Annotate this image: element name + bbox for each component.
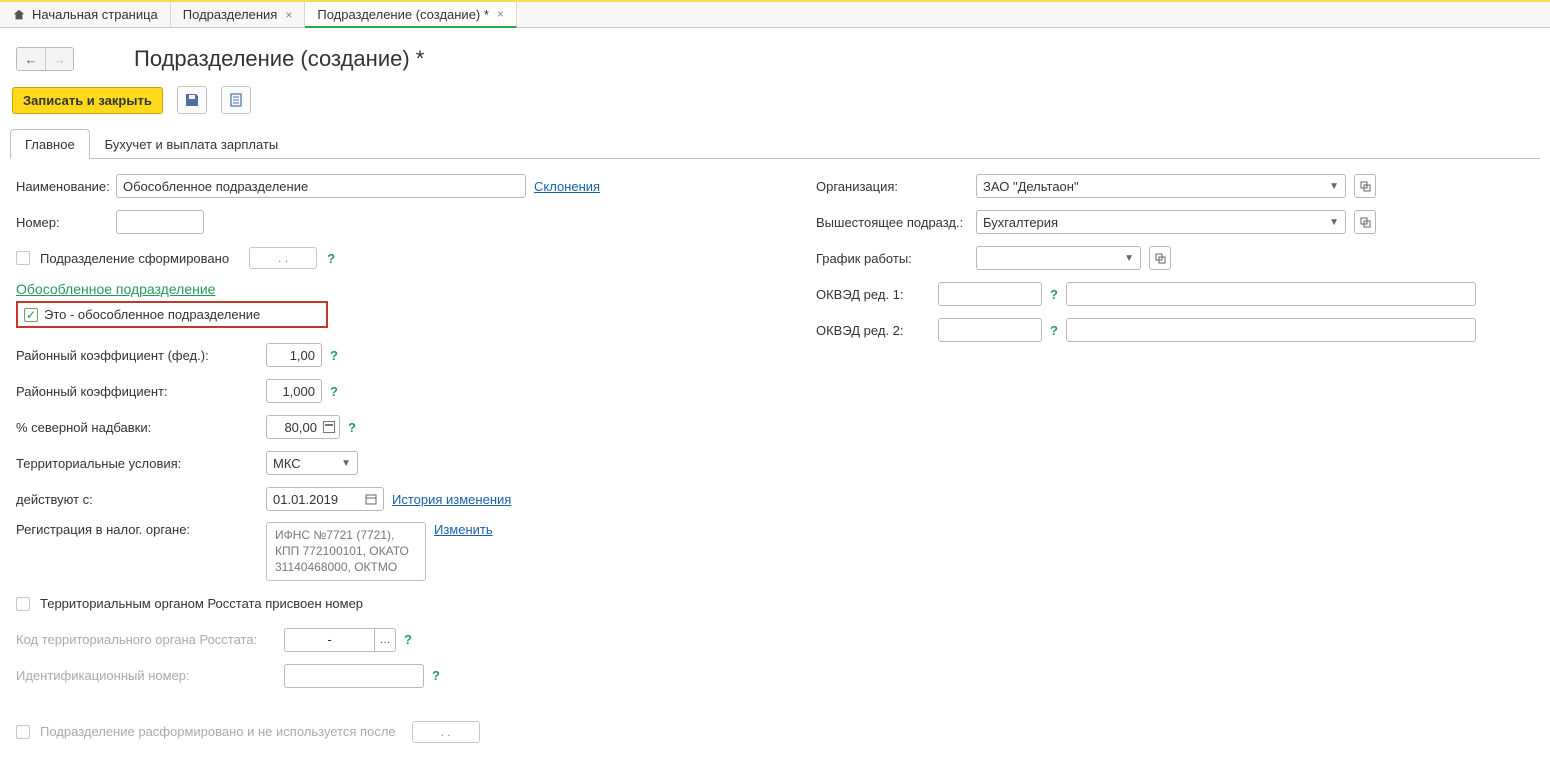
home-icon bbox=[12, 8, 26, 22]
okved1-label: ОКВЭД ред. 1: bbox=[816, 287, 938, 302]
tab-home[interactable]: Начальная страница bbox=[0, 2, 171, 27]
okved2-name-input[interactable] bbox=[1066, 318, 1476, 342]
list-icon bbox=[228, 92, 244, 108]
help-icon[interactable]: ? bbox=[1050, 323, 1058, 338]
nav-buttons: ← → bbox=[16, 47, 74, 71]
sched-select[interactable]: ▼ bbox=[976, 246, 1141, 270]
okved2-label: ОКВЭД ред. 2: bbox=[816, 323, 938, 338]
close-icon[interactable]: × bbox=[497, 7, 504, 21]
parent-label: Вышестоящее подразд.: bbox=[816, 215, 976, 230]
coef-input[interactable] bbox=[266, 379, 322, 403]
ident-input[interactable] bbox=[284, 664, 424, 688]
separate-highlight-box: Это - обособленное подразделение bbox=[16, 301, 328, 328]
org-select[interactable]: ЗАО "Дельтаон" ▼ bbox=[976, 174, 1346, 198]
number-label: Номер: bbox=[16, 215, 116, 230]
sched-label: График работы: bbox=[816, 251, 976, 266]
formed-date-input[interactable]: . . bbox=[249, 247, 317, 269]
list-button[interactable] bbox=[221, 86, 251, 114]
help-icon[interactable]: ? bbox=[404, 632, 412, 647]
disband-label: Подразделение расформировано и не исполь… bbox=[40, 724, 396, 739]
open-icon bbox=[1360, 181, 1371, 192]
help-icon[interactable]: ? bbox=[1050, 287, 1058, 302]
rosstat-lookup-button[interactable]: … bbox=[374, 628, 396, 652]
close-icon[interactable]: × bbox=[285, 8, 292, 22]
reg-readonly: ИФНС №7721 (7721), КПП 772100101, ОКАТО … bbox=[266, 522, 426, 581]
rosstat-code-label: Код территориального органа Росстата: bbox=[16, 632, 284, 647]
org-open-button[interactable] bbox=[1354, 174, 1376, 198]
calendar-icon bbox=[365, 493, 377, 505]
tab-accounting[interactable]: Бухучет и выплата зарплаты bbox=[90, 129, 294, 159]
page-title: Подразделение (создание) * bbox=[134, 46, 424, 72]
help-icon[interactable]: ? bbox=[330, 348, 338, 363]
save-close-button[interactable]: Записать и закрыть bbox=[12, 87, 163, 114]
okved1-name-input[interactable] bbox=[1066, 282, 1476, 306]
top-tab-bar: Начальная страница Подразделения × Подра… bbox=[0, 0, 1550, 28]
north-label: % северной надбавки: bbox=[16, 420, 266, 435]
valid-from-value: 01.01.2019 bbox=[273, 492, 338, 507]
chevron-down-icon: ▼ bbox=[341, 458, 351, 469]
tab-subdivisions[interactable]: Подразделения × bbox=[171, 2, 306, 27]
chevron-down-icon: ▼ bbox=[1329, 181, 1339, 192]
okved2-code-input[interactable] bbox=[938, 318, 1042, 342]
help-icon[interactable]: ? bbox=[327, 251, 335, 266]
parent-open-button[interactable] bbox=[1354, 210, 1376, 234]
history-link[interactable]: История изменения bbox=[392, 492, 511, 507]
valid-from-input[interactable]: 01.01.2019 bbox=[266, 487, 384, 511]
declensions-link[interactable]: Склонения bbox=[534, 179, 600, 194]
name-label: Наименование: bbox=[16, 179, 116, 194]
open-icon bbox=[1155, 253, 1166, 264]
tab-subdivision-create[interactable]: Подразделение (создание) * × bbox=[305, 2, 517, 28]
chevron-down-icon: ▼ bbox=[1329, 217, 1339, 228]
north-input[interactable]: 80,00 bbox=[273, 420, 317, 435]
help-icon[interactable]: ? bbox=[348, 420, 356, 435]
nav-forward-button[interactable]: → bbox=[45, 48, 73, 70]
tab-subdivision-create-label: Подразделение (создание) * bbox=[317, 7, 489, 22]
help-icon[interactable]: ? bbox=[432, 668, 440, 683]
number-input[interactable] bbox=[116, 210, 204, 234]
disband-checkbox[interactable] bbox=[16, 725, 30, 739]
tab-home-label: Начальная страница bbox=[32, 7, 158, 22]
is-separate-checkbox[interactable] bbox=[24, 308, 38, 322]
formed-label: Подразделение сформировано bbox=[40, 251, 229, 266]
change-link[interactable]: Изменить bbox=[434, 522, 493, 537]
save-button[interactable] bbox=[177, 86, 207, 114]
save-icon bbox=[184, 92, 200, 108]
rosstat-code-input[interactable] bbox=[284, 628, 374, 652]
disband-date-input[interactable]: . . bbox=[412, 721, 480, 743]
terr-select[interactable]: МКС ▼ bbox=[266, 451, 358, 475]
form-tabs: Главное Бухучет и выплата зарплаты bbox=[10, 128, 1540, 159]
rosstat-checkbox[interactable] bbox=[16, 597, 30, 611]
separate-section-title: Обособленное подразделение bbox=[16, 281, 776, 297]
coef-fed-label: Районный коэффициент (фед.): bbox=[16, 348, 266, 363]
chevron-down-icon: ▼ bbox=[1124, 253, 1134, 264]
parent-select[interactable]: Бухгалтерия ▼ bbox=[976, 210, 1346, 234]
org-value: ЗАО "Дельтаон" bbox=[983, 179, 1079, 194]
org-label: Организация: bbox=[816, 179, 976, 194]
rosstat-label: Территориальным органом Росстата присвое… bbox=[40, 596, 363, 611]
calculator-icon[interactable] bbox=[323, 421, 335, 433]
is-separate-label: Это - обособленное подразделение bbox=[44, 307, 260, 322]
coef-label: Районный коэффициент: bbox=[16, 384, 266, 399]
formed-checkbox[interactable] bbox=[16, 251, 30, 265]
okved1-code-input[interactable] bbox=[938, 282, 1042, 306]
open-icon bbox=[1360, 217, 1371, 228]
reg-label: Регистрация в налог. органе: bbox=[16, 522, 266, 537]
valid-from-label: действуют с: bbox=[16, 492, 266, 507]
parent-value: Бухгалтерия bbox=[983, 215, 1058, 230]
ident-label: Идентификационный номер: bbox=[16, 668, 284, 683]
nav-back-button[interactable]: ← bbox=[17, 48, 45, 70]
help-icon[interactable]: ? bbox=[330, 384, 338, 399]
sched-open-button[interactable] bbox=[1149, 246, 1171, 270]
tab-subdivisions-label: Подразделения bbox=[183, 7, 278, 22]
name-input[interactable] bbox=[116, 174, 526, 198]
terr-value: МКС bbox=[273, 456, 301, 471]
terr-label: Территориальные условия: bbox=[16, 456, 266, 471]
tab-main[interactable]: Главное bbox=[10, 129, 90, 159]
coef-fed-input[interactable] bbox=[266, 343, 322, 367]
